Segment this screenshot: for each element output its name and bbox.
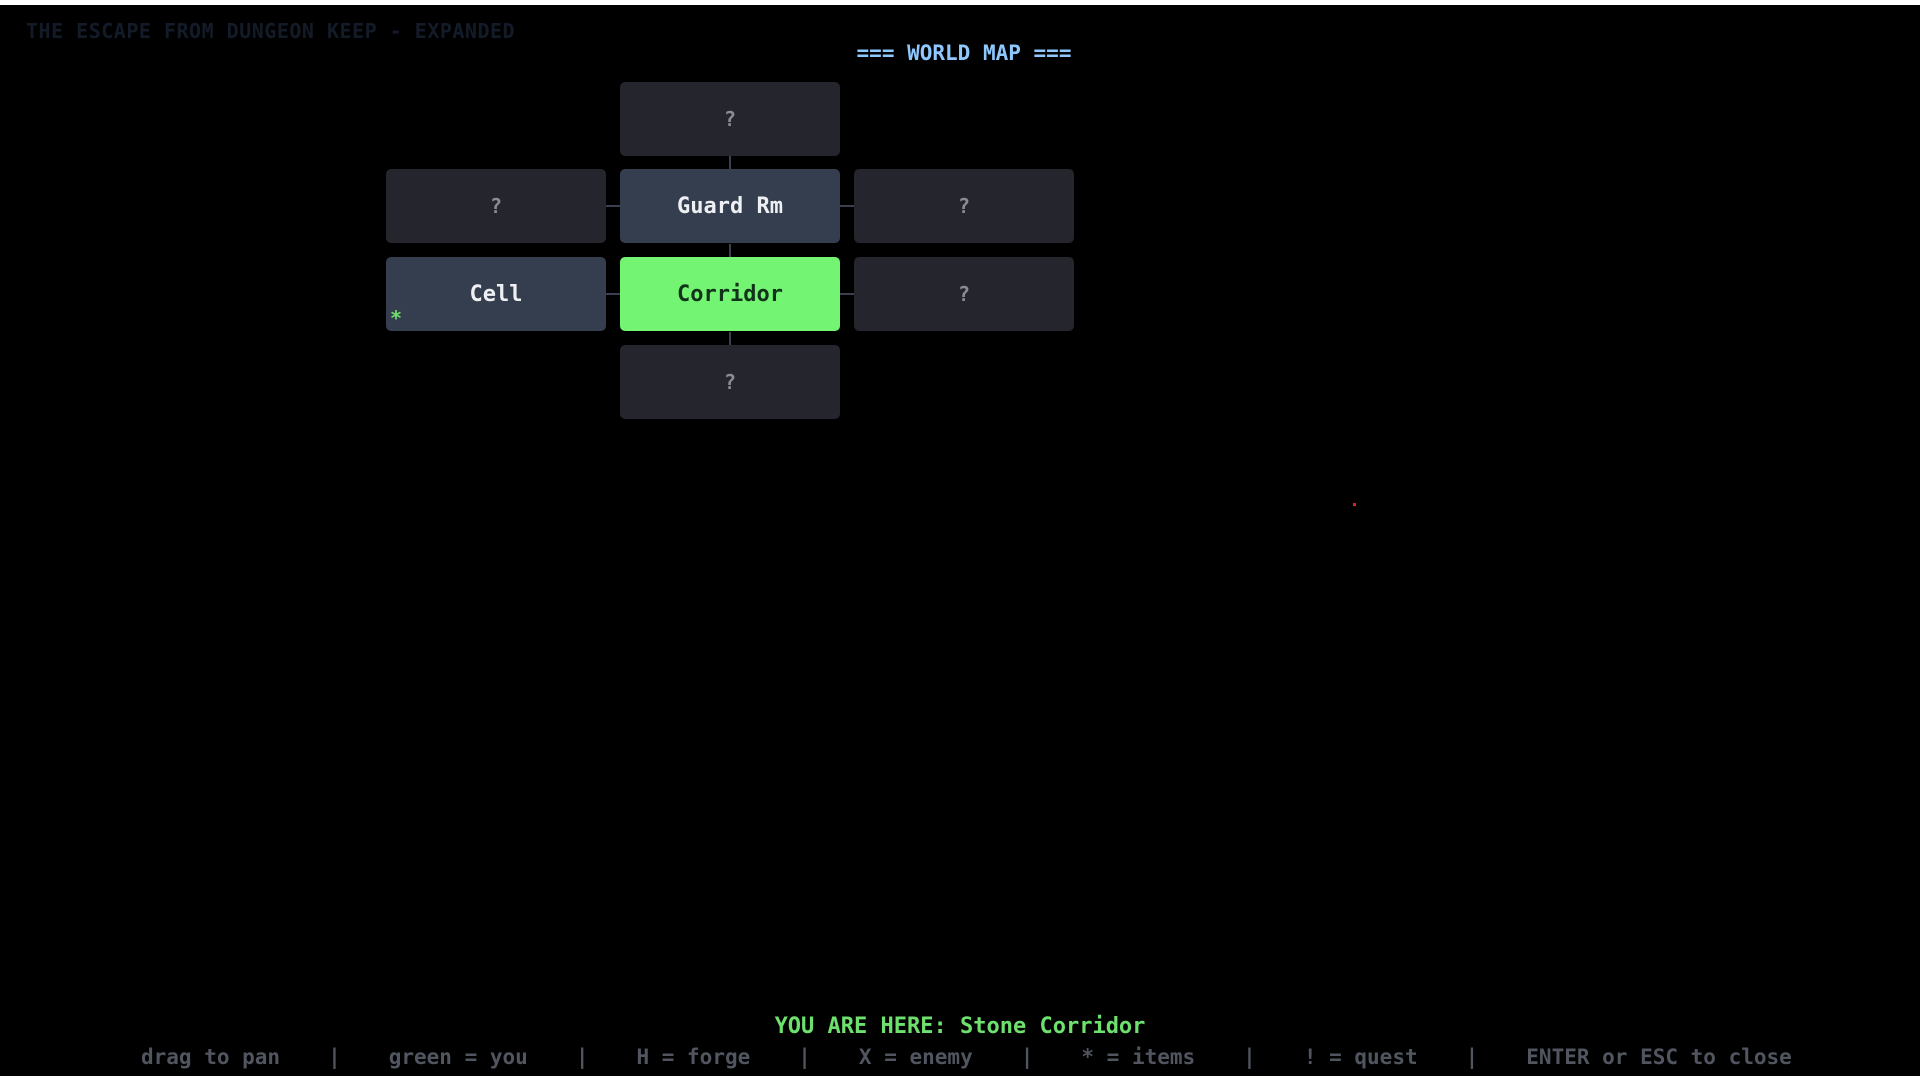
room-cell[interactable]: Cell * [386,257,606,331]
legend-separator: | [575,1045,589,1069]
room-south-unknown[interactable]: ? [620,345,840,419]
legend-separator: | [1465,1045,1479,1069]
room-east-unknown[interactable]: ? [854,257,1074,331]
legend-separator: | [328,1045,341,1069]
legend-bar: drag to pan | green = you | H = forge | … [141,1045,1792,1069]
connector-cell-corridor [606,293,620,295]
room-label: ? [723,370,737,394]
connector-guard-ne [840,205,854,207]
connector-corridor-south [729,332,731,346]
legend-forge: H = forge [636,1045,751,1069]
legend-separator: | [798,1045,811,1069]
connector-guard-corridor [729,244,731,258]
room-northeast-unknown[interactable]: ? [854,169,1074,243]
room-label: ? [957,194,971,218]
connector-nw-guard [606,205,620,207]
legend-pan: drag to pan [141,1045,281,1069]
legend-separator: | [1020,1045,1034,1069]
room-corridor-current[interactable]: Corridor [620,257,840,331]
room-guard-room[interactable]: Guard Rm [620,169,840,243]
legend-close: ENTER or ESC to close [1526,1045,1792,1069]
cursor-dot-icon [1353,503,1356,506]
legend-quest: ! = quest [1303,1045,1418,1069]
room-northwest-unknown[interactable]: ? [386,169,606,243]
game-screen: THE ESCAPE FROM DUNGEON KEEP - EXPANDED … [0,5,1920,1076]
room-north-unknown[interactable]: ? [620,82,840,156]
legend-you: green = you [388,1045,528,1069]
room-label: Cell [469,281,523,307]
room-label: ? [723,107,737,131]
legend-separator: | [1243,1045,1256,1069]
legend-enemy: X = enemy [858,1045,973,1069]
connector-corridor-east [840,293,854,295]
items-marker-icon: * [390,306,403,330]
location-status: YOU ARE HERE: Stone Corridor [774,1014,1146,1039]
room-label: ? [489,194,503,218]
room-label: ? [957,282,971,306]
room-label: Corridor [677,281,783,307]
legend-items: * = items [1081,1045,1196,1069]
connector-north-guard [729,156,731,170]
world-map[interactable]: ? ? Guard Rm ? Cell * Corridor ? ? [0,5,1920,965]
room-label: Guard Rm [677,193,783,219]
